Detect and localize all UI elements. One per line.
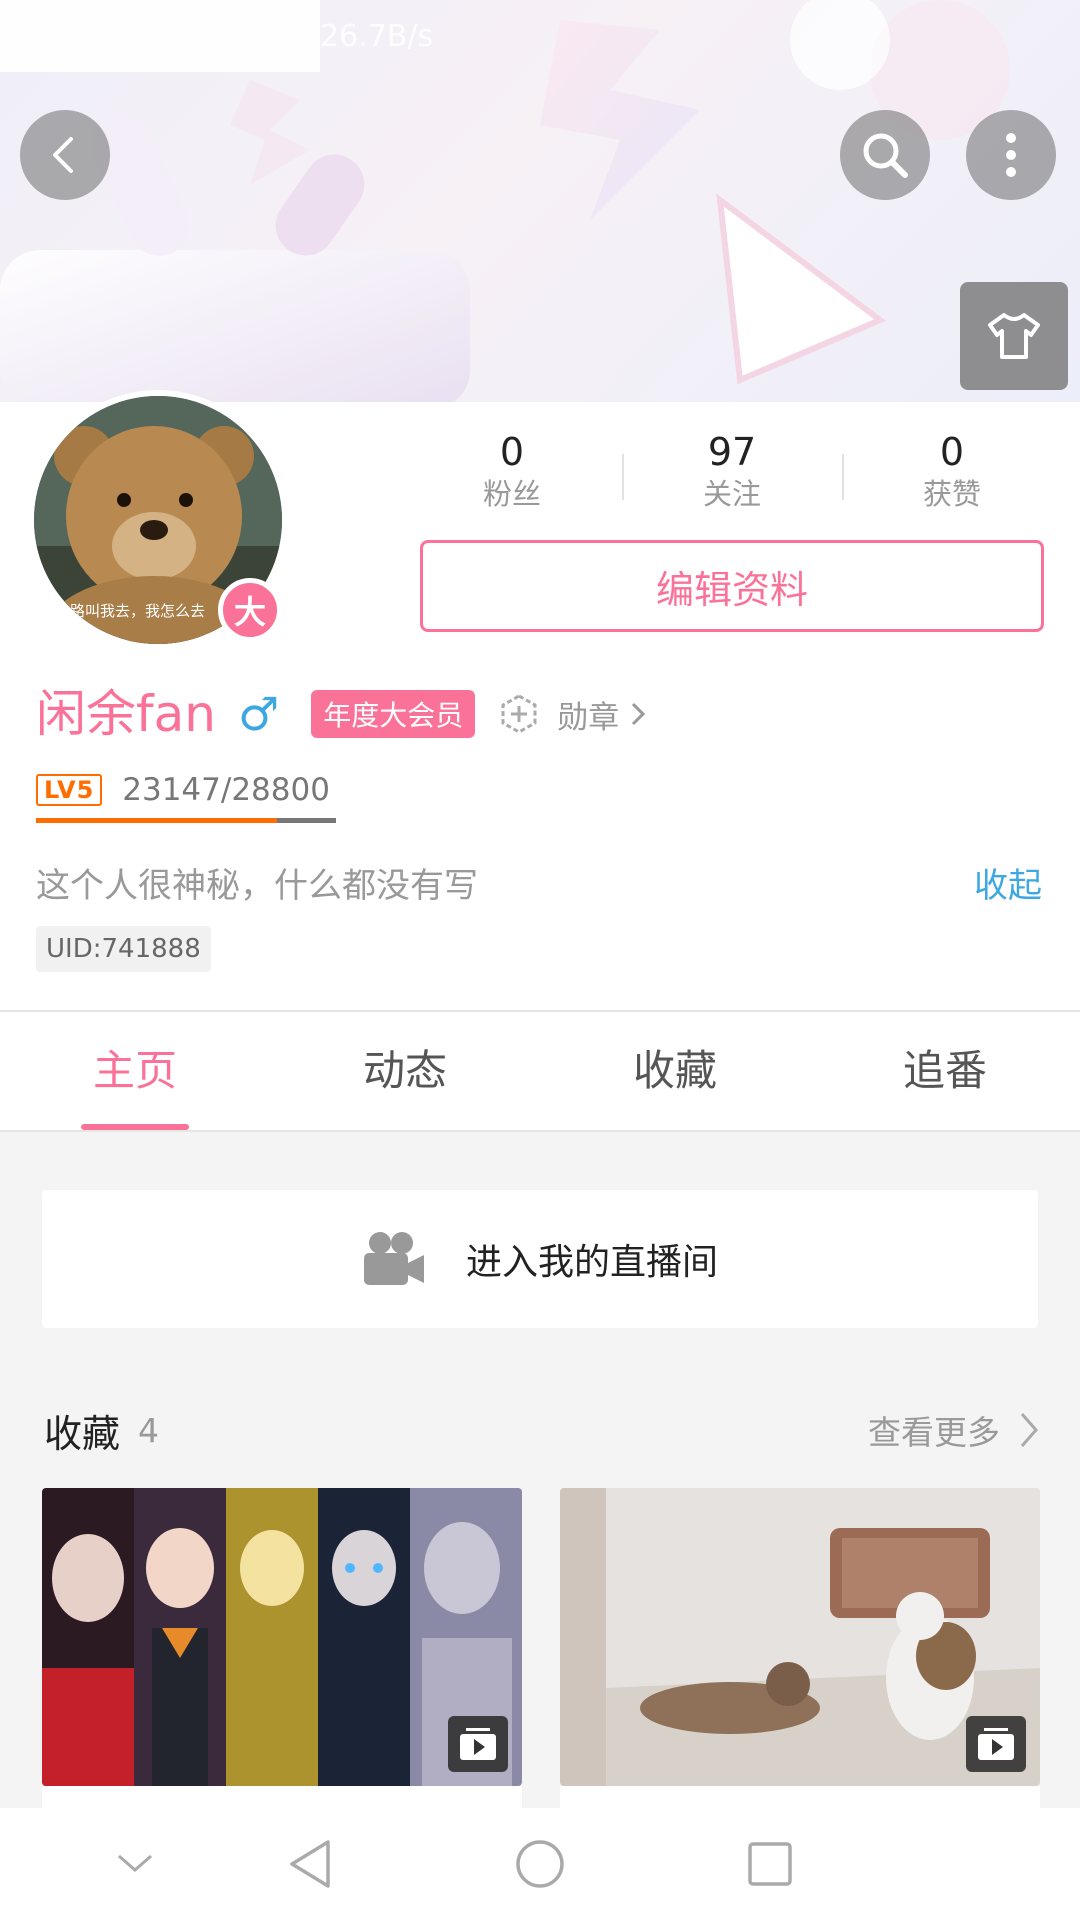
collection-title: 收藏 [44, 1411, 121, 1456]
exp-progress-fill [36, 818, 278, 823]
collection-count: 4 [138, 1410, 160, 1450]
more-options-button[interactable] [966, 110, 1056, 200]
stats-row: 0 粉丝 97 关注 0 获赞 [402, 430, 1062, 511]
system-navigation-bar [0, 1808, 1080, 1920]
live-room-label: 进入我的直播间 [465, 1242, 718, 1283]
chevron-down-icon [118, 1854, 152, 1872]
vip-badge-text: 大 [233, 593, 266, 631]
profile-banner: 26.7B/s [0, 0, 1080, 402]
chevron-left-icon [53, 137, 73, 173]
nav-recents-button[interactable] [730, 1808, 810, 1920]
collapse-button[interactable]: 收起 [974, 858, 1042, 907]
medal-label: 勋章 [557, 699, 620, 736]
vip-tag[interactable]: 年度大会员 [311, 690, 476, 738]
video-badge [448, 1716, 508, 1772]
stat-fans[interactable]: 0 粉丝 [402, 430, 622, 511]
avatar-caption: 路叫我去，我怎么去 [70, 602, 206, 620]
level-badge: LV5 [36, 774, 103, 806]
video-list-icon [460, 1728, 496, 1760]
stat-following[interactable]: 97 关注 [622, 430, 842, 511]
edit-profile-button[interactable]: 编辑资料 [420, 540, 1044, 632]
live-room-card[interactable]: 进入我的直播间 [42, 1190, 1038, 1328]
level-row: LV5 23147/28800 [36, 768, 330, 812]
stat-label: 粉丝 [482, 477, 541, 511]
male-icon: ♂ [237, 687, 280, 741]
nav-hide-button[interactable] [100, 1808, 170, 1920]
status-bar-mask [0, 0, 320, 72]
exp-text: 23147/28800 [122, 772, 330, 808]
change-skin-button[interactable] [960, 282, 1068, 390]
back-button[interactable] [20, 110, 110, 200]
collection-thumbnail-anime[interactable] [42, 1488, 522, 1786]
stat-label: 获赞 [922, 477, 981, 511]
profile-page: 26.7B/s 路叫我去，我怎么去 大 0 粉丝 97 关注 0 获赞 编辑资料… [0, 0, 1080, 1920]
tshirt-icon [988, 313, 1040, 359]
profile-header: 路叫我去，我怎么去 大 0 粉丝 97 关注 0 获赞 编辑资料 闲余fan ♂… [0, 390, 1080, 1010]
triangle-back-icon [290, 1840, 330, 1888]
nav-back-button[interactable] [270, 1808, 350, 1920]
name-row: 闲余fan ♂ 年度大会员 勋章 [36, 682, 647, 746]
view-more-link[interactable]: 查看更多 [868, 1406, 1040, 1454]
stat-value: 97 [707, 430, 757, 474]
vertical-dots-icon [1006, 133, 1016, 177]
nav-home-button[interactable] [500, 1808, 580, 1920]
stat-value: 0 [499, 430, 525, 474]
signature: 这个人很神秘，什么都没有写 [36, 866, 478, 906]
medal-link[interactable]: 勋章 [499, 692, 647, 737]
uid-label[interactable]: UID:741888 [36, 926, 211, 972]
stat-likes[interactable]: 0 获赞 [842, 430, 1062, 511]
search-button[interactable] [840, 110, 930, 200]
network-speed: 26.7B/s [320, 18, 434, 54]
tab-favorites[interactable]: 收藏 [540, 1012, 810, 1130]
collection-header: 收藏 4 查看更多 [44, 1400, 1040, 1460]
square-recents-icon [748, 1842, 792, 1886]
video-list-icon [978, 1728, 1014, 1760]
profile-tabs: 主页 动态 收藏 追番 [0, 1010, 1080, 1132]
collection-thumbnail-cats[interactable] [560, 1488, 1040, 1786]
medal-icon [501, 694, 537, 734]
search-icon [863, 133, 908, 178]
stat-value: 0 [939, 430, 965, 474]
video-badge [966, 1716, 1026, 1772]
tab-bangumi[interactable]: 追番 [810, 1012, 1080, 1130]
chevron-right-icon [1020, 1413, 1038, 1447]
exp-progress-bar [36, 818, 336, 823]
vip-badge-icon: 大 [218, 578, 282, 642]
username: 闲余fan [36, 685, 216, 743]
view-more-label: 查看更多 [868, 1413, 1000, 1452]
chevron-right-icon [632, 702, 646, 726]
status-bar: 26.7B/s [0, 0, 1080, 72]
tab-home[interactable]: 主页 [0, 1012, 270, 1130]
circle-home-icon [516, 1840, 564, 1888]
video-camera-icon [363, 1232, 424, 1285]
tab-dynamics[interactable]: 动态 [270, 1012, 540, 1130]
stat-label: 关注 [702, 477, 761, 511]
